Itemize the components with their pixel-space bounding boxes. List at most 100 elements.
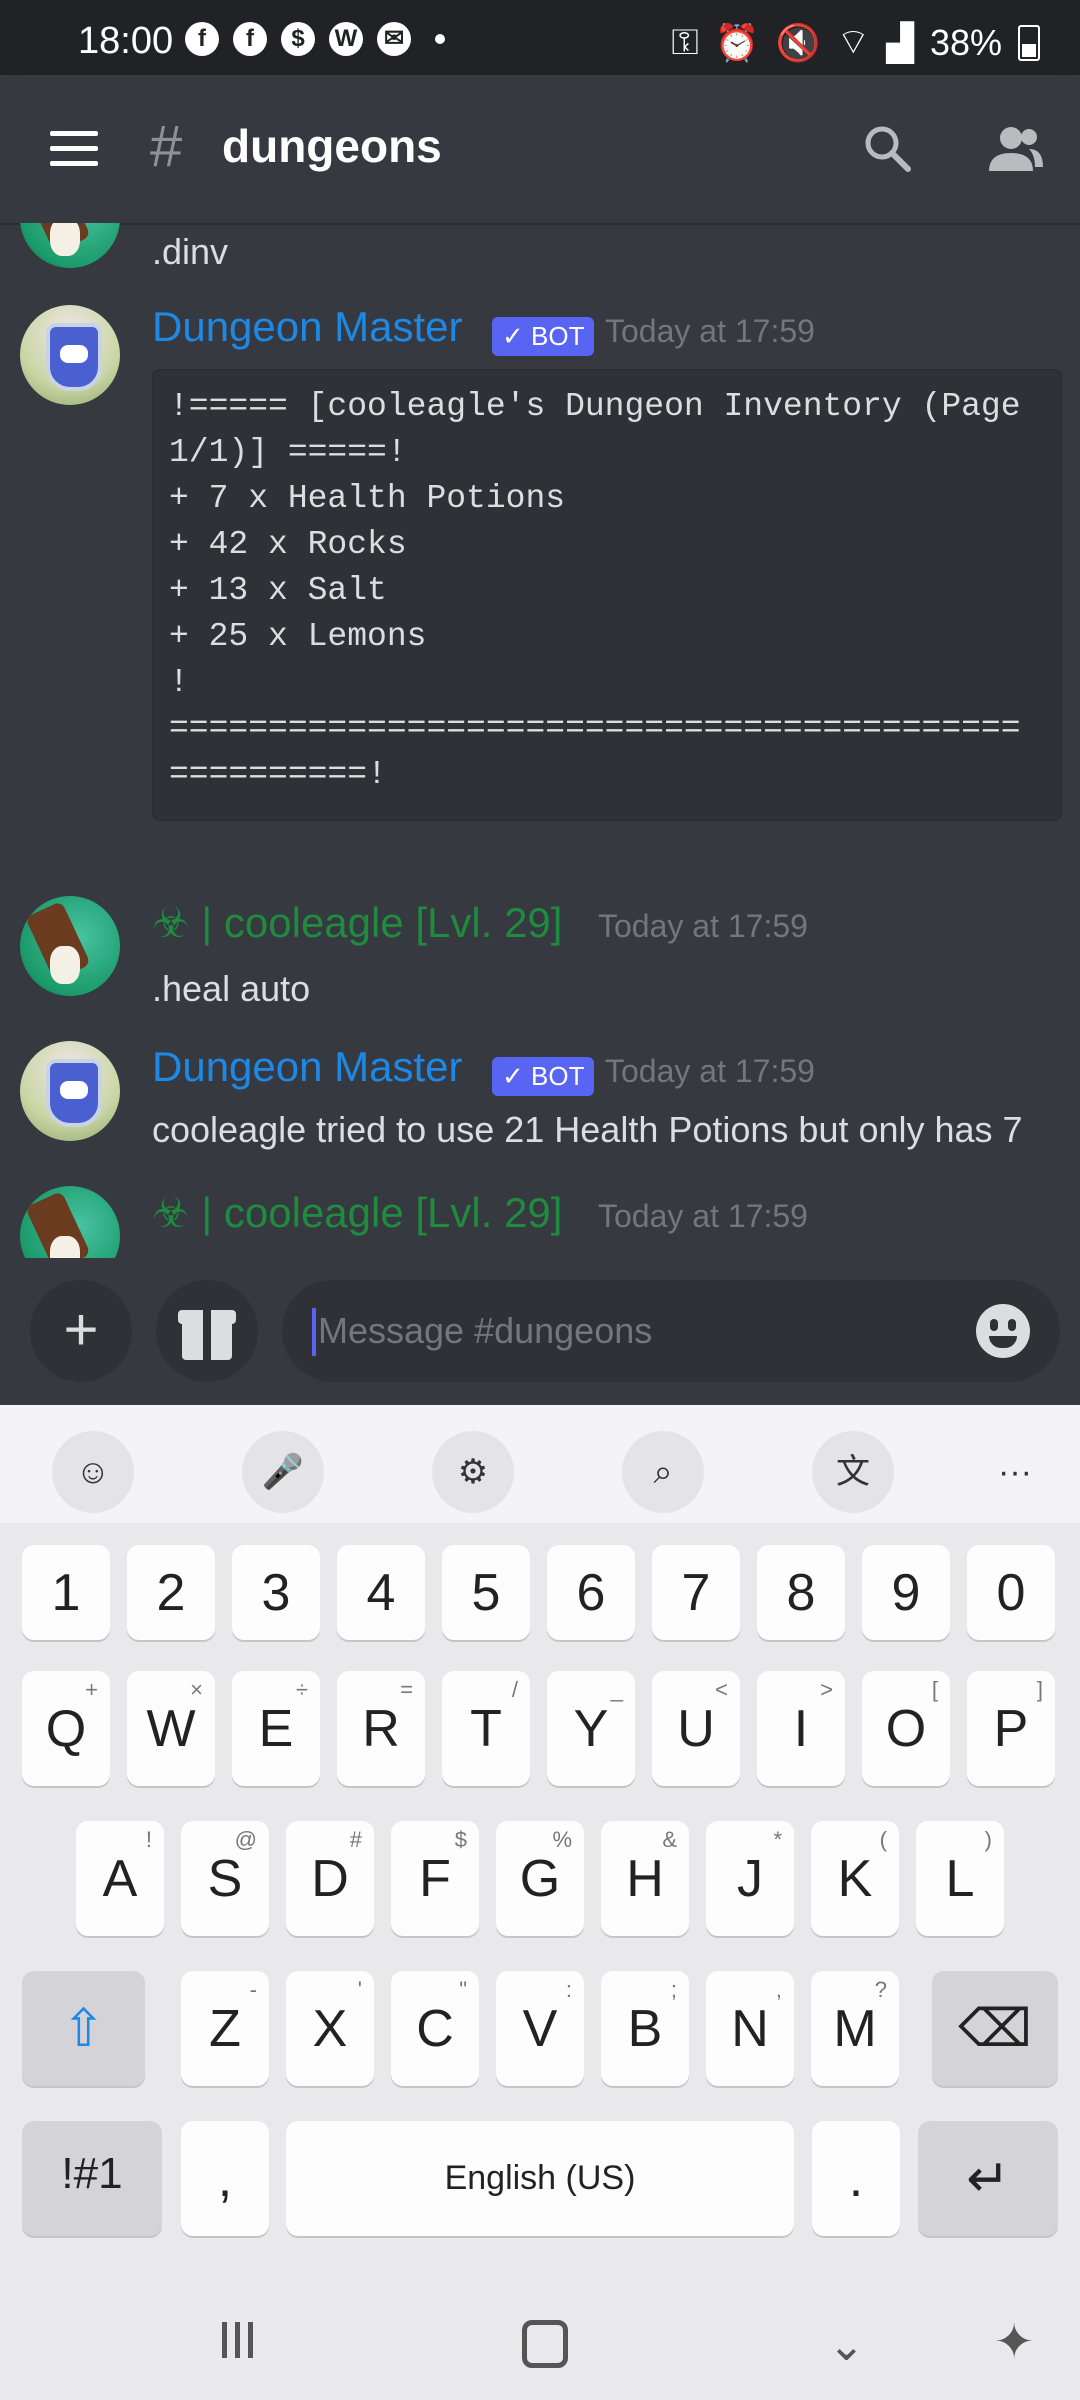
backspace-key[interactable]: ⌫ <box>932 1971 1058 2086</box>
key-8[interactable]: 8 <box>757 1545 845 1640</box>
key-l[interactable]: L) <box>916 1821 1004 1936</box>
key-1[interactable]: 1 <box>22 1545 110 1640</box>
key-label: H <box>626 1849 664 1908</box>
author-name[interactable]: Dungeon Master <box>152 303 463 351</box>
key-b[interactable]: B; <box>601 1971 689 2086</box>
code-block: !===== [cooleagle's Dungeon Inventory (P… <box>152 369 1062 821</box>
key-p[interactable]: P] <box>967 1671 1055 1786</box>
key-label: E <box>258 1699 294 1758</box>
key-label: A <box>102 1849 138 1908</box>
key-d[interactable]: D # <box>286 1821 374 1936</box>
symbols-key[interactable]: !#1 <box>22 2121 162 2236</box>
author-name[interactable]: Dungeon Master <box>152 1043 463 1091</box>
add-attachment-button[interactable]: + <box>30 1280 132 1382</box>
channel-title[interactable]: dungeons <box>222 119 442 173</box>
battery-icon <box>1018 24 1040 61</box>
avatar[interactable] <box>20 305 120 405</box>
key-5[interactable]: 5 <box>442 1545 530 1640</box>
key-label: F <box>419 1849 451 1908</box>
space-key[interactable]: English (US) <box>286 2121 794 2236</box>
mic-icon[interactable]: 🎤 <box>242 1431 324 1513</box>
message-input[interactable]: Message #dungeons <box>282 1280 1060 1382</box>
key-h[interactable]: H & <box>601 1821 689 1936</box>
translate-icon[interactable]: 文 <box>812 1431 894 1513</box>
key-secondary-label: > <box>820 1677 833 1702</box>
key-secondary-label: " <box>459 1977 467 2002</box>
key-label: U <box>677 1699 715 1758</box>
key-e[interactable]: E ÷ <box>232 1671 320 1786</box>
key-f[interactable]: F $ <box>391 1821 479 1936</box>
key-label: 6 <box>576 1563 606 1622</box>
home-icon[interactable] <box>522 2320 568 2368</box>
author-name[interactable]: ☣ | cooleagle [Lvl. 29] <box>152 1188 562 1237</box>
menu-icon[interactable] <box>50 131 98 167</box>
key-y[interactable]: Y _ <box>547 1671 635 1786</box>
key-v[interactable]: V: <box>496 1971 584 2086</box>
text-cursor <box>312 1308 316 1356</box>
key-4[interactable]: 4 <box>337 1545 425 1640</box>
key-label: 1 <box>51 1563 81 1622</box>
avatar[interactable] <box>20 223 120 268</box>
emoji-icon[interactable]: ☺ <box>52 1431 134 1513</box>
key-secondary-label: ; <box>670 1977 677 2002</box>
key-j[interactable]: J * <box>706 1821 794 1936</box>
key-0[interactable]: 0 <box>967 1545 1055 1640</box>
key-9[interactable]: 9 <box>862 1545 950 1640</box>
enter-key[interactable]: ↵ <box>918 2121 1058 2236</box>
chevron-down-icon[interactable]: ⌄ <box>828 2320 865 2371</box>
key-label: P <box>993 1699 1029 1758</box>
key-secondary-label: - <box>249 1977 257 2002</box>
search-icon[interactable]: ⌕ <box>622 1431 704 1513</box>
key-x[interactable]: X ' <box>286 1971 374 2086</box>
key-label: 2 <box>156 1563 186 1622</box>
key-t[interactable]: T / <box>442 1671 530 1786</box>
period-key[interactable]: . <box>812 2121 900 2236</box>
more-icon[interactable]: ··· <box>974 1431 1056 1513</box>
key-secondary-label: @ <box>234 1827 257 1852</box>
key-g[interactable]: G% <box>496 1821 584 1936</box>
key-2[interactable]: 2 <box>127 1545 215 1640</box>
gift-button[interactable] <box>156 1280 258 1382</box>
key-label: T <box>470 1699 502 1758</box>
key-r[interactable]: R = <box>337 1671 425 1786</box>
key-label: !#1 <box>61 2148 123 2198</box>
key-secondary-label: _ <box>610 1677 623 1702</box>
key-a[interactable]: A! <box>76 1821 164 1936</box>
key-3[interactable]: 3 <box>232 1545 320 1640</box>
author-name[interactable]: ☣ | cooleagle [Lvl. 29] <box>152 898 562 947</box>
message-list[interactable]: .dinv Dungeon Master ✓ BOT Today at 17:5… <box>0 223 1080 1258</box>
key-s[interactable]: S @ <box>181 1821 269 1936</box>
key-m[interactable]: M? <box>811 1971 899 2086</box>
avatar[interactable] <box>20 896 120 996</box>
key-q[interactable]: Q + <box>22 1671 110 1786</box>
status-time: 18:00 <box>78 20 174 62</box>
accessibility-icon[interactable]: ✦ <box>994 2314 1034 2370</box>
key-n[interactable]: N, <box>706 1971 794 2086</box>
key-k[interactable]: K( <box>811 1821 899 1936</box>
key-6[interactable]: 6 <box>547 1545 635 1640</box>
key-w[interactable]: W × <box>127 1671 215 1786</box>
key-secondary-label: ' <box>357 1977 362 2002</box>
key-label: Z <box>209 1999 241 2058</box>
settings-icon[interactable]: ⚙ <box>432 1431 514 1513</box>
key-label: K <box>837 1849 873 1908</box>
recent-apps-icon[interactable] <box>222 2322 253 2358</box>
avatar[interactable] <box>20 1186 120 1258</box>
emoji-button[interactable] <box>976 1304 1030 1358</box>
key-7[interactable]: 7 <box>652 1545 740 1640</box>
members-icon[interactable] <box>985 123 1045 173</box>
avatar[interactable] <box>20 1041 120 1141</box>
comma-key[interactable]: , <box>181 2121 269 2236</box>
key-i[interactable]: I > <box>757 1671 845 1786</box>
key-label: 5 <box>471 1563 501 1622</box>
search-icon[interactable] <box>862 123 912 173</box>
system-nav-bar: ⌄ ✦ <box>0 2280 1080 2400</box>
bot-badge: ✓ BOT <box>492 1057 595 1096</box>
key-u[interactable]: U < <box>652 1671 740 1786</box>
key-z[interactable]: Z- <box>181 1971 269 2086</box>
shift-key[interactable]: ⇧ <box>22 1971 145 2086</box>
key-secondary-label: # <box>349 1827 362 1852</box>
message-timestamp: Today at 17:59 <box>605 313 815 349</box>
key-o[interactable]: O[ <box>862 1671 950 1786</box>
key-c[interactable]: C " <box>391 1971 479 2086</box>
